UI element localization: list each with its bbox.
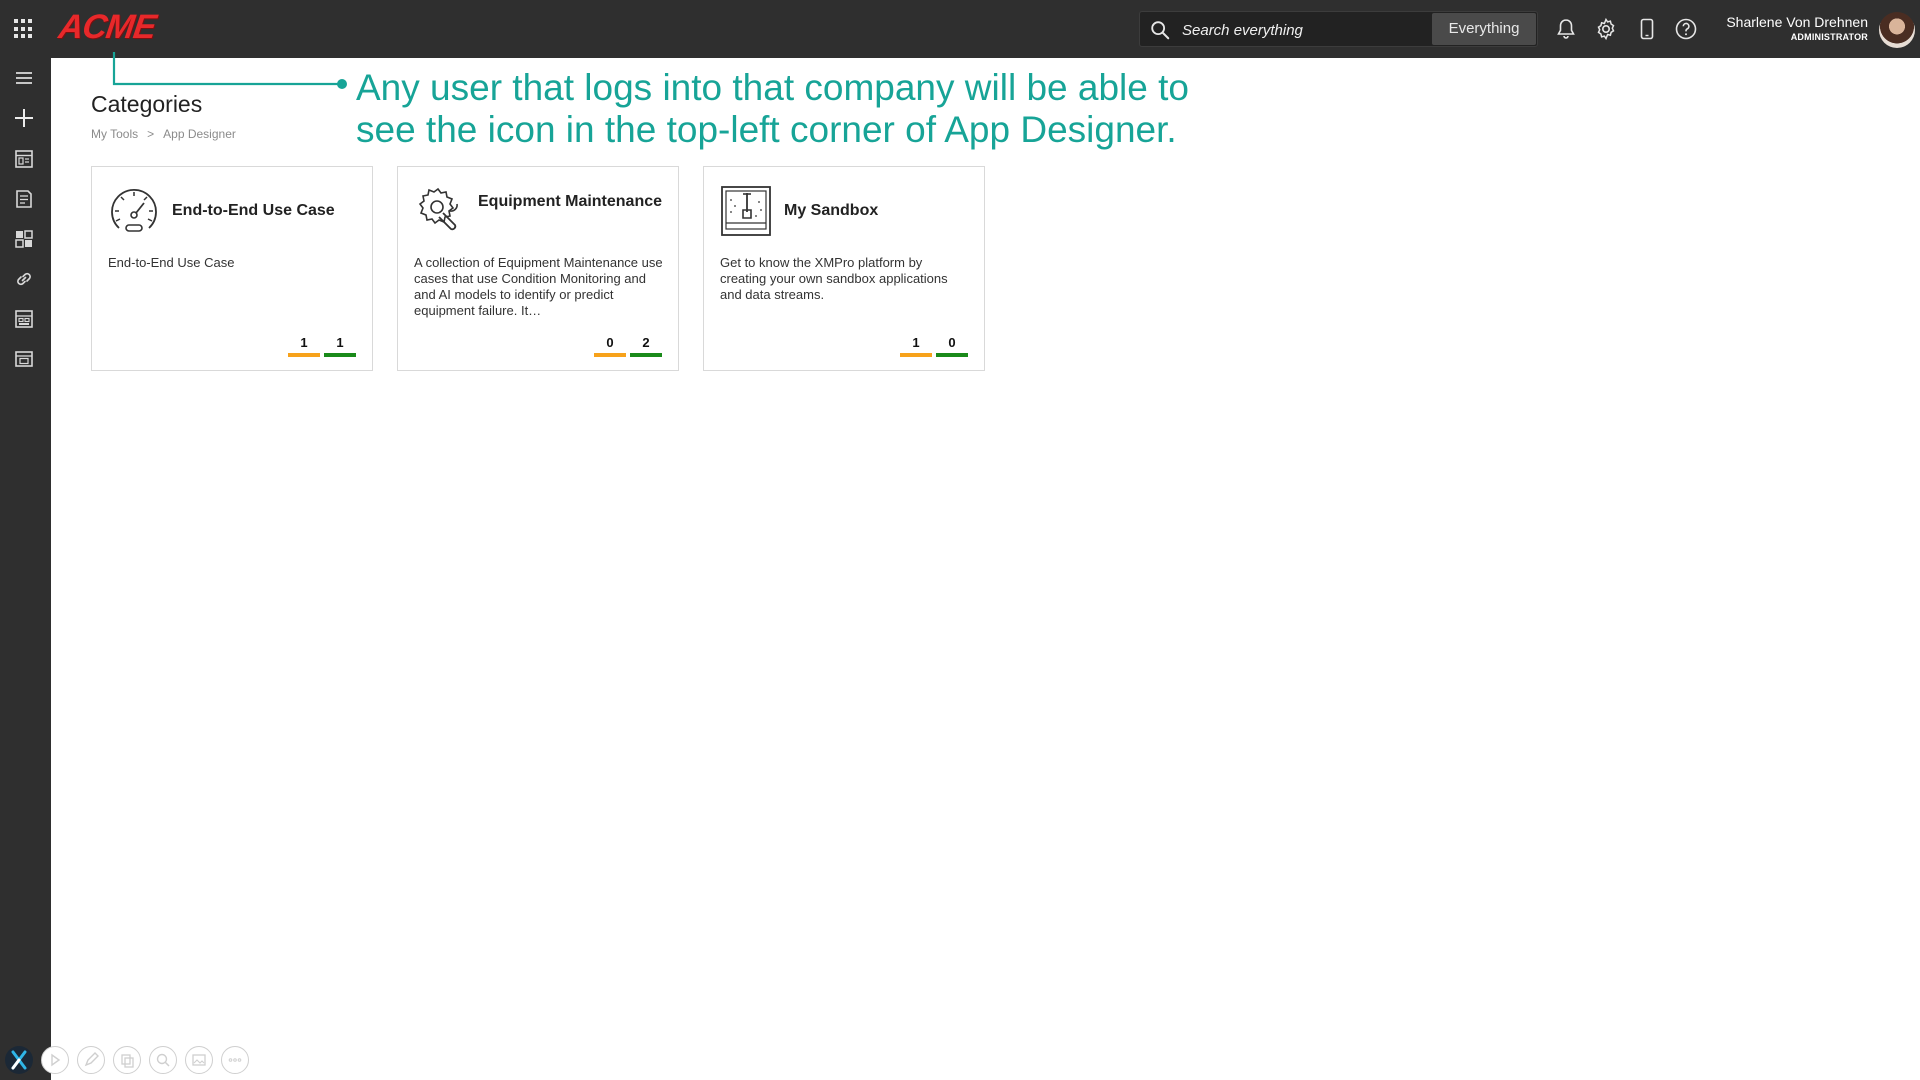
mobile-icon[interactable]: [1635, 17, 1659, 41]
bell-icon[interactable]: [1554, 17, 1578, 41]
document-icon[interactable]: [13, 188, 35, 210]
breadcrumb: My Tools > App Designer: [91, 127, 236, 141]
card-description: Get to know the XMPro platform by creati…: [720, 255, 948, 302]
gauge-icon: [111, 189, 157, 232]
annotation-line-1: Any user that logs into that company wil…: [356, 67, 1189, 108]
card-counts: 1 1: [288, 335, 356, 357]
user-info[interactable]: Sharlene Von Drehnen ADMINISTRATOR: [1726, 14, 1868, 42]
search-bar[interactable]: Search everything Everything: [1139, 11, 1538, 47]
sidebar: [0, 58, 51, 1080]
link-icon[interactable]: [13, 268, 35, 290]
annotation-connector: [112, 52, 347, 89]
user-role: ADMINISTRATOR: [1790, 32, 1868, 42]
user-name: Sharlene Von Drehnen: [1726, 14, 1868, 30]
card-title: My Sandbox: [784, 202, 879, 219]
zoom-icon[interactable]: [149, 1046, 177, 1074]
count-orange: 1: [900, 335, 932, 357]
annotation-line-2: see the icon in the top-left corner of A…: [356, 109, 1177, 150]
breadcrumb-item-app-designer[interactable]: App Designer: [163, 127, 236, 141]
search-input[interactable]: Search everything: [1182, 22, 1303, 39]
count-green: 1: [324, 335, 356, 357]
card-description: A collection of Equipment Maintenance us…: [414, 255, 663, 318]
count-orange: 0: [594, 335, 626, 357]
gear-wrench-icon: [418, 187, 458, 231]
card-title: End-to-End Use Case: [172, 202, 335, 219]
breadcrumb-item-my-tools[interactable]: My Tools: [91, 127, 138, 141]
count-orange: 1: [288, 335, 320, 357]
xmpro-logo-icon[interactable]: [5, 1046, 33, 1074]
search-icon: [1151, 21, 1170, 40]
help-icon[interactable]: [1674, 17, 1698, 41]
category-card[interactable]: Equipment Maintenance A collection of Eq…: [397, 166, 679, 371]
image-icon[interactable]: [185, 1046, 213, 1074]
count-green: 2: [630, 335, 662, 357]
pen-icon[interactable]: [77, 1046, 105, 1074]
search-scope-dropdown[interactable]: Everything: [1432, 13, 1536, 45]
category-card[interactable]: End-to-End Use Case End-to-End Use Case …: [91, 166, 373, 371]
bottom-toolbar: [5, 1046, 249, 1074]
count-green: 0: [936, 335, 968, 357]
add-icon[interactable]: [13, 107, 35, 129]
annotation-text: Any user that logs into that company wil…: [356, 67, 1189, 151]
gear-icon[interactable]: [1594, 17, 1618, 41]
dashboard-icon[interactable]: [13, 148, 35, 170]
card-title: Equipment Maintenance: [478, 193, 663, 210]
grid-icon[interactable]: [13, 308, 35, 330]
card-counts: 0 2: [594, 335, 662, 357]
play-icon[interactable]: [41, 1046, 69, 1074]
sandbox-icon: [721, 186, 771, 236]
card-description: End-to-End Use Case: [108, 255, 235, 270]
avatar[interactable]: [1879, 12, 1915, 48]
category-card[interactable]: My Sandbox Get to know the XMPro platfor…: [703, 166, 985, 371]
card-counts: 1 0: [900, 335, 968, 357]
layout-icon[interactable]: [13, 348, 35, 370]
more-icon[interactable]: [221, 1046, 249, 1074]
copy-icon[interactable]: [113, 1046, 141, 1074]
widgets-icon[interactable]: [13, 228, 35, 250]
chevron-right-icon: >: [147, 127, 155, 141]
